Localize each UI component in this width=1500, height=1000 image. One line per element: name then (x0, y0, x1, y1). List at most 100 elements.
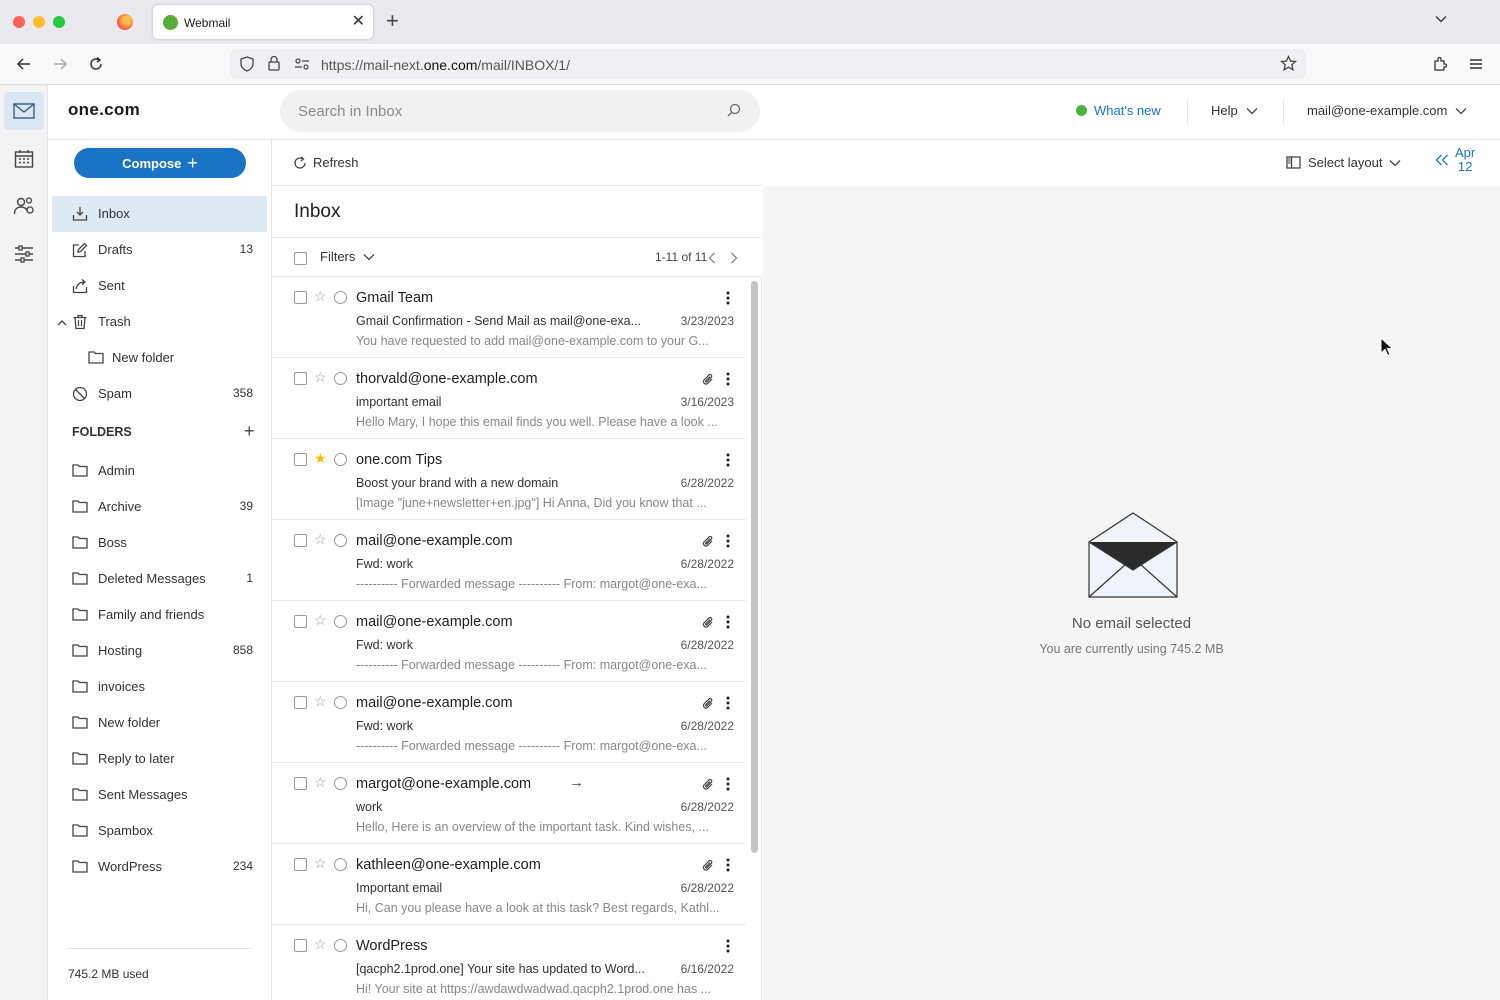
message-checkbox[interactable] (294, 534, 307, 547)
star-icon[interactable]: ☆ (314, 532, 327, 546)
sidebar-folder-item[interactable]: Admin (52, 453, 267, 489)
more-options-icon[interactable] (726, 858, 730, 877)
message-row[interactable]: ☆ mail@one-example.com Fwd: work 6/28/2022 -… (272, 682, 746, 763)
star-icon[interactable]: ☆ (314, 694, 327, 708)
read-status-icon[interactable] (334, 534, 347, 547)
extensions-icon[interactable] (1430, 54, 1450, 74)
message-row[interactable]: ☆ Gmail Team Gmail Confirmation - Send Mai… (272, 277, 746, 358)
sidebar-item-inbox[interactable]: Inbox (52, 196, 267, 232)
more-options-icon[interactable] (726, 939, 730, 958)
one-com-logo[interactable]: one.com (68, 100, 140, 120)
message-checkbox[interactable] (294, 858, 307, 871)
expand-calendar-button[interactable]: Apr 12 (1435, 146, 1475, 174)
more-options-icon[interactable] (726, 372, 730, 391)
message-row[interactable]: ★ one.com Tips Boost your brand with a new… (272, 439, 746, 520)
compose-button[interactable]: Compose + (74, 148, 246, 178)
message-row[interactable]: ☆ thorvald@one-example.com important email… (272, 358, 746, 439)
filters-dropdown[interactable]: Filters (320, 249, 375, 264)
address-bar[interactable]: https://mail-next.one.com/mail/INBOX/1/ (230, 49, 1306, 79)
sidebar-folder-item[interactable]: Sent Messages (52, 777, 267, 813)
sidebar-item-trash-new-folder[interactable]: New folder (52, 340, 267, 376)
star-icon[interactable]: ☆ (314, 937, 327, 951)
message-row[interactable]: ☆ kathleen@one-example.com Important email… (272, 844, 746, 925)
message-checkbox[interactable] (294, 939, 307, 952)
search-icon[interactable] (726, 102, 742, 123)
collapse-caret-icon[interactable] (57, 315, 67, 330)
prev-page-icon[interactable] (708, 251, 716, 269)
firefox-view-icon[interactable] (117, 14, 133, 30)
new-tab-button[interactable]: + (386, 10, 399, 32)
sidebar-item-spam[interactable]: Spam 358 (52, 376, 267, 412)
more-options-icon[interactable] (726, 534, 730, 553)
mail-app-button[interactable] (4, 92, 44, 130)
permissions-icon[interactable] (294, 57, 310, 76)
message-row[interactable]: ☆ mail@one-example.com Fwd: work 6/28/2022 -… (272, 601, 746, 682)
sidebar-folder-item[interactable]: Boss (52, 525, 267, 561)
bookmark-star-icon[interactable] (1279, 54, 1298, 77)
read-status-icon[interactable] (334, 777, 347, 790)
tab-close-icon[interactable]: ✕ (352, 13, 365, 31)
app-menu-icon[interactable] (1466, 54, 1486, 74)
star-icon[interactable]: ★ (314, 451, 327, 465)
message-checkbox[interactable] (294, 291, 307, 304)
read-status-icon[interactable] (334, 696, 347, 709)
more-options-icon[interactable] (726, 453, 730, 472)
select-all-checkbox[interactable] (294, 252, 307, 265)
more-options-icon[interactable] (726, 777, 730, 796)
window-close-button[interactable] (13, 16, 25, 28)
settings-app-button[interactable] (4, 235, 44, 273)
sidebar-folder-item[interactable]: WordPress 234 (52, 849, 267, 885)
read-status-icon[interactable] (334, 615, 347, 628)
sidebar-folder-item[interactable]: New folder (52, 705, 267, 741)
more-options-icon[interactable] (726, 696, 730, 715)
window-minimize-button[interactable] (33, 16, 45, 28)
sidebar-folder-item[interactable]: Family and friends (52, 597, 267, 633)
message-row[interactable]: ☆ mail@one-example.com Fwd: work 6/28/2022 -… (272, 520, 746, 601)
message-checkbox[interactable] (294, 777, 307, 790)
message-checkbox[interactable] (294, 453, 307, 466)
star-icon[interactable]: ☆ (314, 613, 327, 627)
message-checkbox[interactable] (294, 696, 307, 709)
reload-icon[interactable] (86, 54, 106, 74)
select-layout-dropdown[interactable]: Select layout (1286, 155, 1401, 170)
message-row[interactable]: ☆ WordPress [qacph2.1prod.one] Your site h… (272, 925, 746, 1000)
contacts-app-button[interactable] (4, 187, 44, 225)
search-input[interactable]: Search in Inbox (280, 90, 760, 132)
help-menu[interactable]: Help (1211, 103, 1258, 118)
scrollbar-thumb[interactable] (751, 281, 758, 853)
read-status-icon[interactable] (334, 939, 347, 952)
sidebar-folder-item[interactable]: invoices (52, 669, 267, 705)
read-status-icon[interactable] (334, 453, 347, 466)
message-checkbox[interactable] (294, 372, 307, 385)
sidebar-item-sent[interactable]: Sent (52, 268, 267, 304)
message-row[interactable]: ☆ margot@one-example.com → work 6/28/2022 Hel… (272, 763, 746, 844)
tab-list-chevron-icon[interactable] (1434, 12, 1448, 31)
star-icon[interactable]: ☆ (314, 856, 327, 870)
read-status-icon[interactable] (334, 372, 347, 385)
account-menu[interactable]: mail@one-example.com (1307, 103, 1467, 118)
browser-tab-webmail[interactable]: Webmail ✕ (152, 4, 374, 40)
forward-icon[interactable] (50, 54, 70, 74)
sidebar-folder-item[interactable]: Deleted Messages 1 (52, 561, 267, 597)
window-zoom-button[interactable] (53, 16, 65, 28)
next-page-icon[interactable] (730, 251, 738, 269)
more-options-icon[interactable] (726, 615, 730, 634)
sidebar-folder-item[interactable]: Hosting 858 (52, 633, 267, 669)
star-icon[interactable]: ☆ (314, 289, 327, 303)
add-folder-button[interactable]: + (244, 421, 255, 442)
sidebar-folder-item[interactable]: Spambox (52, 813, 267, 849)
read-status-icon[interactable] (334, 291, 347, 304)
sidebar-folder-item[interactable]: Archive 39 (52, 489, 267, 525)
tracking-shield-icon[interactable] (239, 56, 255, 77)
whats-new-link[interactable]: What's new (1076, 103, 1161, 118)
sidebar-item-drafts[interactable]: Drafts 13 (52, 232, 267, 268)
more-options-icon[interactable] (726, 291, 730, 310)
sidebar-folder-item[interactable]: Reply to later (52, 741, 267, 777)
refresh-button[interactable]: Refresh (293, 155, 359, 170)
sidebar-item-trash[interactable]: Trash (52, 304, 267, 340)
star-icon[interactable]: ☆ (314, 370, 327, 384)
url-text[interactable]: https://mail-next.one.com/mail/INBOX/1/ (321, 57, 570, 73)
lock-icon[interactable] (267, 55, 281, 77)
message-checkbox[interactable] (294, 615, 307, 628)
star-icon[interactable]: ☆ (314, 775, 327, 789)
